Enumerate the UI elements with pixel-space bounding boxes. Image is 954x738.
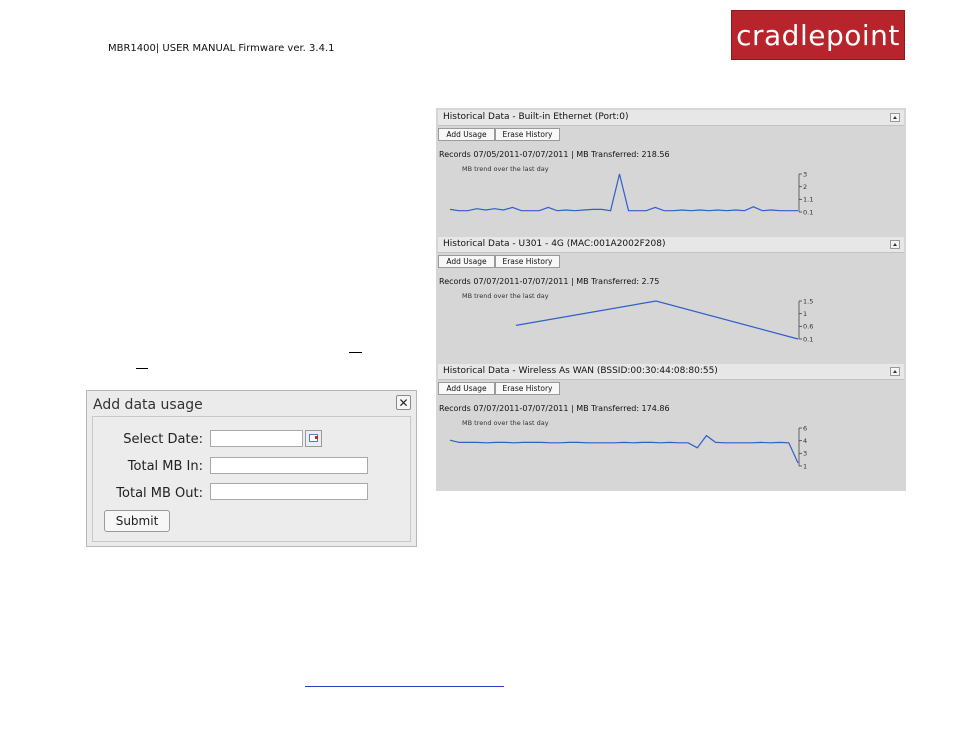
erase-history-button[interactable]: Erase History <box>495 255 560 268</box>
section-title: Historical Data - Built-in Ethernet (Por… <box>443 112 629 122</box>
section-title: Historical Data - U301 - 4G (MAC:001A200… <box>443 239 666 249</box>
collapse-icon[interactable] <box>890 367 900 376</box>
total-mb-in-input[interactable] <box>210 457 368 474</box>
section-title: Historical Data - Wireless As WAN (BSSID… <box>443 366 718 376</box>
add-usage-button[interactable]: Add Usage <box>438 128 495 141</box>
y-tick-label: 2 <box>803 183 807 191</box>
y-tick-label: 4 <box>803 437 807 445</box>
history-section-u301: Historical Data - U301 - 4G (MAC:001A200… <box>436 235 906 362</box>
records-summary: Records 07/07/2011-07/07/2011 | MB Trans… <box>439 404 670 413</box>
add-usage-button[interactable]: Add Usage <box>438 255 495 268</box>
text-dash-1 <box>349 352 362 353</box>
history-section-wireless: Historical Data - Wireless As WAN (BSSID… <box>436 362 906 489</box>
dialog-body: Select Date: Total MB In: Total MB Out: … <box>92 416 411 542</box>
section-title-bar: Historical Data - U301 - 4G (MAC:001A200… <box>438 237 904 253</box>
text-dash-2 <box>136 368 148 369</box>
trend-line <box>449 434 799 464</box>
y-tick-label: 1.5 <box>803 297 813 305</box>
y-tick-label: 0.1 <box>803 208 813 216</box>
calendar-icon[interactable] <box>305 430 322 447</box>
close-icon[interactable]: ✕ <box>396 395 411 410</box>
collapse-icon[interactable] <box>890 113 900 122</box>
trend-chart: 6 4 3 1 <box>449 424 807 470</box>
y-tick-label: 0.6 <box>803 323 813 331</box>
select-date-input[interactable] <box>210 430 303 447</box>
section-title-bar: Historical Data - Wireless As WAN (BSSID… <box>438 364 904 380</box>
y-tick-label: 3 <box>803 170 807 178</box>
trend-line <box>515 300 799 340</box>
records-summary: Records 07/05/2011-07/07/2011 | MB Trans… <box>439 150 670 159</box>
trend-line <box>449 173 798 212</box>
manual-header: MBR1400| USER MANUAL Firmware ver. 3.4.1 <box>108 43 335 54</box>
history-section-ethernet: Historical Data - Built-in Ethernet (Por… <box>436 108 906 235</box>
records-summary: Records 07/07/2011-07/07/2011 | MB Trans… <box>439 277 660 286</box>
total-mb-in-label: Total MB In: <box>127 459 203 474</box>
collapse-icon[interactable] <box>890 240 900 249</box>
y-tick-label: 1.1 <box>803 196 813 204</box>
section-title-bar: Historical Data - Built-in Ethernet (Por… <box>438 110 904 126</box>
add-usage-button[interactable]: Add Usage <box>438 382 495 395</box>
total-mb-out-label: Total MB Out: <box>116 486 203 501</box>
hyperlink-underline[interactable] <box>305 686 504 687</box>
total-mb-out-input[interactable] <box>210 483 368 500</box>
trend-chart: 3 2 1.1 0.1 <box>449 170 813 216</box>
erase-history-button[interactable]: Erase History <box>495 128 560 141</box>
y-tick-label: 1 <box>803 462 807 470</box>
historical-data-panel: Historical Data - Built-in Ethernet (Por… <box>436 108 906 491</box>
y-tick-label: 0.1 <box>803 335 813 343</box>
add-data-usage-dialog: Add data usage ✕ Select Date: Total MB I… <box>86 390 417 547</box>
y-tick-label: 1 <box>803 310 807 318</box>
cradlepoint-logo: cradlepoint <box>731 10 905 60</box>
erase-history-button[interactable]: Erase History <box>495 382 560 395</box>
submit-button[interactable]: Submit <box>104 510 170 532</box>
dialog-title: Add data usage <box>93 397 203 413</box>
select-date-label: Select Date: <box>123 432 203 447</box>
trend-chart: 1.5 1 0.6 0.1 <box>515 297 813 343</box>
y-tick-label: 3 <box>803 450 807 458</box>
y-tick-label: 6 <box>803 424 807 432</box>
